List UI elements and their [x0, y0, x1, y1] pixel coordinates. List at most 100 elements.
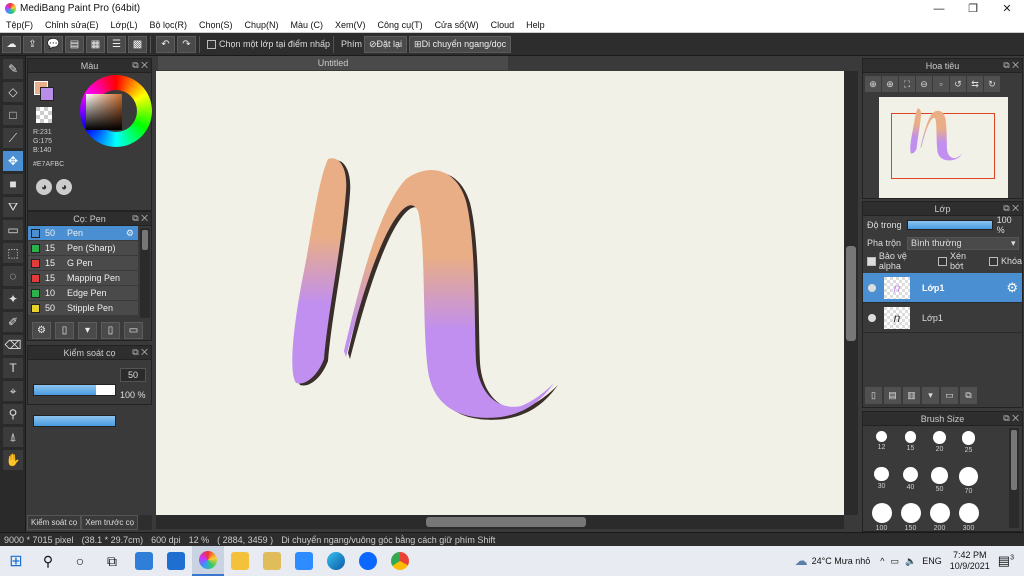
brush-item[interactable]: 15 Mapping Pen — [28, 271, 138, 286]
brush-size-option[interactable]: 12 — [867, 429, 896, 465]
canvas-vertical-scrollbar[interactable] — [844, 71, 858, 515]
network-icon[interactable]: ▭ — [891, 556, 900, 567]
brush-settings-icon[interactable]: ⚙ — [32, 322, 51, 339]
brush-size-option[interactable]: 15 — [896, 429, 925, 465]
gear-icon[interactable]: ⚙ — [126, 228, 134, 239]
menu-filter[interactable]: Bộ lọc(R) — [143, 20, 193, 30]
layer-item[interactable]: n Lớp1 ⚙ — [863, 273, 1022, 303]
navigator-preview[interactable] — [879, 97, 1008, 198]
undo-icon[interactable]: ↶ — [156, 35, 175, 53]
brush-tool-icon[interactable]: ✎ — [3, 59, 23, 79]
divide-tool-icon[interactable]: ⌖ — [3, 381, 23, 401]
text-tool-icon[interactable]: T — [3, 358, 23, 378]
duplicate-layer-icon[interactable]: ⧉ — [960, 387, 977, 404]
brush-size-option[interactable]: 20 — [925, 429, 954, 465]
redo-icon[interactable]: ↷ — [177, 35, 196, 53]
select-eraser-icon[interactable]: ⌫ — [3, 335, 23, 355]
menu-view[interactable]: Xem(V) — [329, 20, 372, 30]
saturation-value-square[interactable] — [86, 94, 122, 130]
zoom-out-icon[interactable]: ⊖ — [916, 76, 932, 92]
blend-mode-select[interactable]: Bình thường ▾ — [907, 236, 1019, 250]
fill-rect-icon[interactable]: ■ — [3, 174, 23, 194]
zoom-in-alt-icon[interactable]: ⊕ — [882, 76, 898, 92]
visibility-icon[interactable] — [868, 283, 876, 292]
menu-tools[interactable]: Công cụ(T) — [372, 20, 429, 30]
panel-controls[interactable]: ⧉ ✕ — [132, 213, 148, 224]
brush-size-scrollbar[interactable] — [1009, 428, 1019, 528]
menu-help[interactable]: Help — [520, 20, 551, 30]
hand-tool-icon[interactable]: ✋ — [3, 450, 23, 470]
zoom-icon[interactable] — [288, 546, 320, 576]
reset-button[interactable]: ⊘ Đặt lại — [363, 35, 408, 53]
zoom-in-icon[interactable]: ⊕ — [865, 76, 881, 92]
checkbox-box[interactable] — [207, 39, 216, 49]
edge-icon[interactable] — [320, 546, 352, 576]
layer-folder-icon[interactable]: ▭ — [941, 387, 958, 404]
menu-color[interactable]: Màu (C) — [285, 20, 330, 30]
rotate-left-icon[interactable]: ↺ — [950, 76, 966, 92]
scroll-thumb[interactable] — [846, 246, 856, 341]
brush-list-scrollbar[interactable] — [140, 228, 150, 318]
notification-icon[interactable]: ▤3 — [998, 553, 1014, 569]
rotate-right-icon[interactable]: ↻ — [984, 76, 1000, 92]
brush-item[interactable]: 10 Edge Pen — [28, 286, 138, 301]
menu-edit[interactable]: Chỉnh sửa(E) — [39, 20, 105, 30]
panel-controls[interactable]: ⧉ ✕ — [132, 347, 148, 358]
file-explorer-icon[interactable] — [224, 546, 256, 576]
minimize-button[interactable]: — — [922, 0, 956, 17]
layer-opacity-slider[interactable] — [906, 220, 993, 230]
brush-item[interactable]: 15 G Pen — [28, 256, 138, 271]
brush-size-value[interactable]: 50 — [120, 368, 146, 382]
add-brush-icon[interactable]: ▯ — [55, 322, 74, 339]
chrome-icon[interactable] — [384, 546, 416, 576]
palette-add-icon[interactable]: ◕ — [56, 179, 72, 195]
language-indicator[interactable]: ENG — [922, 556, 942, 566]
palette-icon[interactable]: ◕ — [36, 179, 52, 195]
brush-item[interactable]: 15 Pen (Sharp) — [28, 241, 138, 256]
tab-brush-preview[interactable]: Xem trước cọ — [81, 515, 139, 530]
move-tool-icon[interactable]: ✥ — [3, 151, 23, 171]
panel-controls[interactable]: ⧉ ✕ — [1003, 60, 1019, 71]
flip-icon[interactable]: ⇆ — [967, 76, 983, 92]
menu-file[interactable]: Tệp(F) — [0, 20, 39, 30]
medibang-taskbar-icon[interactable] — [192, 546, 224, 576]
grid-icon[interactable]: ▩ — [128, 35, 147, 53]
task-view-icon[interactable]: ⧉ — [96, 546, 128, 576]
brush-size-slider[interactable] — [33, 384, 116, 396]
speaker-icon[interactable]: 🔈 — [905, 556, 916, 567]
zalo-icon[interactable] — [352, 546, 384, 576]
menu-select[interactable]: Chọn(S) — [193, 20, 239, 30]
brush-opacity-slider[interactable] — [33, 415, 116, 427]
store-icon[interactable] — [128, 546, 160, 576]
panel-controls[interactable]: ⧉ ✕ — [132, 60, 148, 71]
eraser-tool-icon[interactable]: ◇ — [3, 82, 23, 102]
weather-text[interactable]: 24°C Mưa nhỏ — [812, 556, 871, 566]
cloud-icon[interactable]: ☁ — [2, 35, 21, 53]
brush-item[interactable]: 50 Pen ⚙ — [28, 226, 138, 241]
layer-item[interactable]: n Lớp1 — [863, 303, 1022, 333]
maximize-button[interactable]: ❐ — [956, 0, 990, 17]
paint-icon[interactable] — [256, 546, 288, 576]
brush-size-option[interactable]: 70 — [954, 465, 983, 501]
menu-capture[interactable]: Chụp(N) — [239, 20, 285, 30]
transparent-swatch[interactable] — [36, 107, 52, 123]
folder-icon[interactable]: ▭ — [124, 322, 143, 339]
dropper-icon[interactable]: ⍋ — [3, 427, 23, 447]
new-layer-icon[interactable]: ▯ — [865, 387, 882, 404]
delete-brush-icon[interactable]: ▯ — [101, 322, 120, 339]
add-layer-menu-icon[interactable]: ▾ — [922, 387, 939, 404]
background-color-swatch[interactable] — [40, 87, 54, 101]
tray-chevron-icon[interactable]: ^ — [880, 556, 884, 566]
brush-size-option[interactable]: 40 — [896, 465, 925, 501]
cortana-icon[interactable]: ○ — [64, 546, 96, 576]
menu-window[interactable]: Cửa sổ(W) — [429, 20, 485, 30]
menu-layer[interactable]: Lớp(L) — [105, 20, 144, 30]
clip-checkbox[interactable] — [938, 256, 947, 266]
windows-start-icon[interactable]: ⊞ — [0, 546, 32, 576]
add-brush-menu-icon[interactable]: ▾ — [78, 322, 97, 339]
magic-wand-icon[interactable]: ✦ — [3, 289, 23, 309]
menu-cloud[interactable]: Cloud — [485, 20, 521, 30]
canvas-tab[interactable]: Untitled — [158, 56, 508, 70]
scroll-thumb[interactable] — [142, 230, 148, 250]
gradient-tool-icon[interactable]: ▭ — [3, 220, 23, 240]
